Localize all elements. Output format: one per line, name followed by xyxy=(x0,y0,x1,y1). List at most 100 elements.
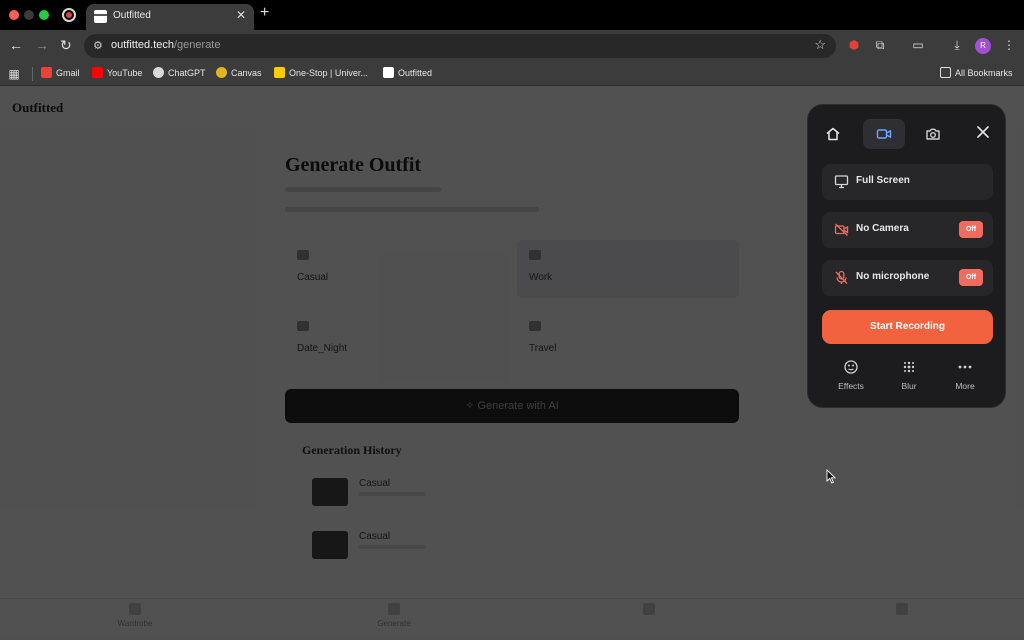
bookmark-canvas[interactable]: Canvas xyxy=(216,67,262,78)
camera-row[interactable]: No Camera Off xyxy=(822,212,993,248)
tab-title: Outfitted xyxy=(113,10,151,21)
microphone-label: No microphone xyxy=(856,271,930,282)
history-item-meta xyxy=(359,492,425,496)
occasion-option[interactable]: Work xyxy=(517,240,739,298)
nav-item-3[interactable] xyxy=(609,603,689,619)
video-tab[interactable] xyxy=(863,119,905,149)
bookmark-gmail[interactable]: Gmail xyxy=(41,67,80,78)
occasion-label: Date_Night xyxy=(297,343,348,354)
nav-item-4[interactable] xyxy=(862,603,942,619)
bookmark-one-stop[interactable]: One-Stop | Univer... xyxy=(274,67,368,78)
history-item[interactable]: Casual xyxy=(302,472,722,512)
maximize-window-button[interactable] xyxy=(39,10,49,20)
wardrobe-icon xyxy=(129,603,141,615)
camera-icon xyxy=(926,128,940,140)
all-bookmarks-label: All Bookmarks xyxy=(955,67,1013,78)
recording-indicator-icon[interactable] xyxy=(62,8,76,22)
extension-shield-icon[interactable]: ⬢ xyxy=(846,37,862,53)
address-bar[interactable]: ⚙ outfitted.tech/generate ☆ xyxy=(84,34,836,58)
screen-source-row[interactable]: Full Screen xyxy=(822,164,993,200)
more-label: More xyxy=(955,381,975,391)
browser-menu-icon[interactable]: ⋮ xyxy=(1001,37,1017,53)
recorder-panel: Full Screen No Camera Off No microphone … xyxy=(807,104,1006,408)
url-path: /generate xyxy=(174,39,221,51)
bookmark-star-icon[interactable]: ☆ xyxy=(814,37,826,53)
profile-avatar[interactable]: R xyxy=(975,38,991,54)
bookmark-label: Outfitted xyxy=(398,67,433,78)
monitor-icon xyxy=(834,175,849,189)
site-settings-icon[interactable]: ⚙ xyxy=(93,39,103,52)
canvas-icon xyxy=(216,67,227,78)
subtitle-placeholder xyxy=(285,207,539,212)
bookmark-label: YouTube xyxy=(107,67,143,78)
effects-icon xyxy=(844,360,858,374)
more-button[interactable]: More xyxy=(940,359,990,391)
umich-icon xyxy=(274,67,285,78)
occasion-option[interactable]: Date_Night xyxy=(285,311,507,369)
extensions-puzzle-icon[interactable]: ⧉ xyxy=(872,37,888,53)
blur-icon xyxy=(903,361,915,373)
effects-label: Effects xyxy=(838,381,864,391)
occasion-option[interactable]: Casual xyxy=(285,240,507,298)
home-tab[interactable] xyxy=(812,119,854,149)
download-icon[interactable]: ⤓ xyxy=(949,37,965,53)
nav-icon xyxy=(643,603,655,615)
casual-icon xyxy=(297,250,309,260)
outfitted-icon xyxy=(383,67,394,78)
camera-off-icon xyxy=(834,223,849,236)
all-bookmarks[interactable]: All Bookmarks xyxy=(940,67,1013,78)
recorder-tabs xyxy=(808,105,1005,161)
back-icon[interactable]: ← xyxy=(9,37,23,53)
bookmarks-bar: ▦ Gmail YouTube ChatGPT Canvas One-Stop … xyxy=(0,62,1024,86)
occasion-option[interactable]: Travel xyxy=(517,311,739,369)
forward-icon[interactable]: → xyxy=(35,37,49,53)
youtube-icon xyxy=(92,67,103,78)
tab-strip: Outfitted ✕ + xyxy=(0,0,1024,30)
apps-grid-icon[interactable]: ▦ xyxy=(6,66,22,82)
close-icon[interactable] xyxy=(976,125,990,139)
travel-icon xyxy=(529,321,541,331)
microphone-toggle[interactable]: Off xyxy=(959,269,983,286)
nav-wardrobe[interactable]: Wardrobe xyxy=(95,603,175,628)
generate-text: Generate with AI xyxy=(477,400,559,412)
effects-button[interactable]: Effects xyxy=(826,359,876,391)
page-title: Generate Outfit xyxy=(285,154,422,176)
url-text: outfitted.tech/generate xyxy=(111,39,220,51)
history-item[interactable]: Casual xyxy=(302,525,722,565)
occasion-label: Work xyxy=(529,272,553,283)
url-host: outfitted.tech xyxy=(111,39,174,51)
screen: Outfitted ✕ + ← → ↻ ⚙ outfitted.tech/gen… xyxy=(0,0,1024,640)
outfit-thumbnail xyxy=(312,478,348,506)
start-recording-label: Start Recording xyxy=(869,321,945,332)
bookmark-youtube[interactable]: YouTube xyxy=(92,67,142,78)
folder-icon xyxy=(940,67,951,78)
mouse-cursor-icon xyxy=(826,469,836,484)
app-logo[interactable]: Outfitted xyxy=(12,100,63,116)
bookmark-outfitted[interactable]: Outfitted xyxy=(383,67,432,78)
blur-button[interactable]: Blur xyxy=(884,359,934,391)
bookmarks-divider xyxy=(32,67,33,81)
nav-label: Wardrobe xyxy=(117,619,153,628)
nav-generate[interactable]: Generate xyxy=(354,603,434,628)
new-tab-button[interactable]: + xyxy=(260,4,269,22)
camera-toggle[interactable]: Off xyxy=(959,221,983,238)
close-window-button[interactable] xyxy=(9,10,19,20)
briefcase-icon xyxy=(529,250,541,260)
microphone-row[interactable]: No microphone Off xyxy=(822,260,993,296)
start-recording-button[interactable]: Start Recording xyxy=(822,310,993,344)
bookmark-chatgpt[interactable]: ChatGPT xyxy=(153,67,206,78)
browser-tab[interactable]: Outfitted ✕ xyxy=(86,4,254,30)
history-item-label: Casual xyxy=(359,478,391,489)
microphone-off-icon xyxy=(835,270,848,284)
generate-label: ✧ Generate with AI xyxy=(465,400,559,412)
subtitle-placeholder xyxy=(285,187,441,192)
nav-icon xyxy=(896,603,908,615)
reload-icon[interactable]: ↻ xyxy=(60,37,72,54)
minimize-window-button[interactable] xyxy=(24,10,34,20)
cast-icon[interactable]: ▭ xyxy=(910,37,926,53)
tab-close-icon[interactable]: ✕ xyxy=(236,8,246,22)
generate-button[interactable]: ✧ Generate with AI xyxy=(285,389,739,423)
history-item-label: Casual xyxy=(359,531,391,542)
more-icon xyxy=(958,365,972,369)
screenshot-tab[interactable] xyxy=(912,119,954,149)
